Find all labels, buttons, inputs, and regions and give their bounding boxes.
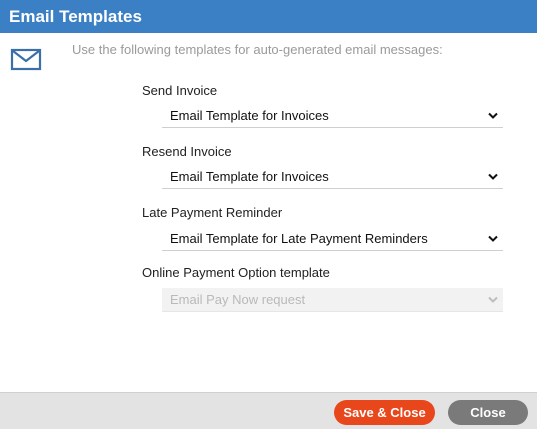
late-payment-reminder-label: Late Payment Reminder — [142, 205, 283, 220]
chevron-down-icon — [488, 296, 498, 303]
late-payment-reminder-value: Email Template for Late Payment Reminder… — [170, 231, 428, 246]
send-invoice-label: Send Invoice — [142, 83, 218, 98]
chevron-down-icon — [488, 173, 498, 180]
online-payment-option-label: Online Payment Option template — [142, 265, 330, 280]
resend-invoice-value: Email Template for Invoices — [170, 169, 329, 184]
send-invoice-value: Email Template for Invoices — [170, 108, 329, 123]
envelope-icon — [10, 48, 42, 71]
chevron-down-icon — [488, 235, 498, 242]
dialog-footer: Save & Close Close — [0, 392, 537, 429]
late-payment-reminder-select[interactable]: Email Template for Late Payment Reminder… — [162, 227, 503, 251]
intro-text: Use the following templates for auto-gen… — [72, 42, 443, 57]
email-templates-dialog: Email Templates Use the following templa… — [0, 0, 537, 429]
online-payment-option-value: Email Pay Now request — [170, 292, 306, 307]
resend-invoice-label: Resend Invoice — [142, 144, 232, 159]
send-invoice-select[interactable]: Email Template for Invoices — [162, 104, 503, 128]
resend-invoice-select[interactable]: Email Template for Invoices — [162, 165, 503, 189]
save-and-close-button[interactable]: Save & Close — [334, 400, 435, 425]
chevron-down-icon — [488, 112, 498, 119]
dialog-title: Email Templates — [0, 0, 537, 33]
online-payment-option-select: Email Pay Now request — [162, 288, 503, 312]
close-button[interactable]: Close — [448, 400, 528, 425]
